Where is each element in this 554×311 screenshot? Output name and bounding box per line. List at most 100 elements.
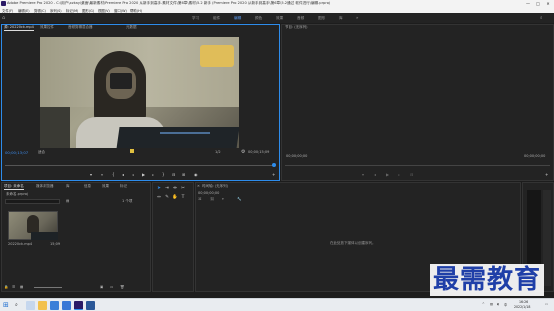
step-forward-button[interactable]: ▹ bbox=[152, 172, 154, 177]
program-scrub-bar[interactable] bbox=[285, 165, 550, 166]
network-icon[interactable]: ▥ bbox=[490, 302, 493, 306]
type-tool-icon[interactable]: T bbox=[180, 195, 186, 201]
program-step-forward-button[interactable]: ▹ bbox=[398, 172, 400, 177]
program-timecode-current[interactable]: 00;00;00;00 bbox=[286, 154, 307, 159]
pen-tool-icon[interactable]: ✎ bbox=[164, 195, 170, 201]
edge-browser-icon[interactable] bbox=[50, 301, 59, 310]
menu-view[interactable]: 视图(V) bbox=[98, 8, 110, 13]
thumbnail-zoom-slider[interactable] bbox=[34, 287, 62, 288]
tab-markers[interactable]: 标记 bbox=[120, 184, 127, 189]
overwrite-button[interactable]: ⊞ bbox=[182, 172, 185, 177]
play-button[interactable]: ▶ bbox=[142, 172, 145, 177]
program-mark-in-button[interactable]: ▾ bbox=[362, 172, 364, 177]
tab-media-browser[interactable]: 媒体浏览器 bbox=[36, 184, 54, 189]
menu-marker[interactable]: 标记(M) bbox=[66, 8, 78, 13]
hand-tool-icon[interactable]: ✋ bbox=[172, 195, 178, 201]
menu-edit[interactable]: 编辑(E) bbox=[18, 8, 30, 13]
minimize-button[interactable]: — bbox=[523, 0, 533, 7]
volume-icon[interactable]: ◖ bbox=[497, 302, 499, 306]
tab-effect-controls[interactable]: 效果控件 bbox=[40, 25, 54, 30]
source-fit-dropdown[interactable]: 适合 bbox=[38, 150, 45, 155]
clip-thumbnail[interactable] bbox=[8, 211, 58, 240]
workspace-audio[interactable]: 音频 bbox=[297, 16, 304, 21]
step-back-frame-button[interactable]: ◃ bbox=[132, 172, 134, 177]
premiere-taskbar-icon[interactable] bbox=[74, 301, 83, 310]
task-view-icon[interactable] bbox=[26, 301, 35, 310]
source-quality-dropdown[interactable]: 1/2 bbox=[215, 150, 221, 155]
source-video-frame[interactable] bbox=[40, 37, 239, 148]
menu-help[interactable]: 帮助(H) bbox=[130, 8, 142, 13]
tab-source[interactable]: 源: 20220ck.mp4 bbox=[4, 25, 34, 31]
menu-window[interactable]: 窗口(W) bbox=[114, 8, 127, 13]
go-to-in-button[interactable]: { bbox=[112, 172, 115, 177]
timeline-linked-icon[interactable]: ⛓ bbox=[210, 197, 214, 202]
add-button-icon[interactable]: + bbox=[272, 172, 275, 177]
folder-icon[interactable]: ▭ bbox=[110, 285, 113, 290]
close-button[interactable]: ✕ bbox=[543, 0, 553, 7]
menu-clip[interactable]: 剪辑(C) bbox=[34, 8, 46, 13]
timeline-snap-icon[interactable]: ⌘ bbox=[198, 197, 202, 202]
menu-graphics[interactable]: 图形(G) bbox=[82, 8, 94, 13]
workspace-assembly[interactable]: 组件 bbox=[213, 16, 220, 21]
lock-icon[interactable]: 🔒 bbox=[4, 285, 8, 290]
maximize-button[interactable]: □ bbox=[533, 0, 543, 7]
new-item-icon[interactable]: ▣ bbox=[100, 285, 103, 290]
export-frame-icon[interactable]: ◉ bbox=[194, 172, 198, 177]
home-icon[interactable]: ⌂ bbox=[2, 15, 8, 21]
timeline-timecode[interactable]: 00;00;00;00 bbox=[198, 191, 219, 196]
razor-tool-icon[interactable]: ✂ bbox=[180, 186, 186, 192]
trash-icon[interactable]: 🗑 bbox=[120, 285, 124, 290]
list-view-icon[interactable]: ☰ bbox=[12, 285, 15, 290]
file-explorer-icon[interactable] bbox=[38, 301, 47, 310]
notification-icon[interactable]: ▭ bbox=[545, 302, 548, 306]
mark-out-button[interactable]: ▿ bbox=[101, 172, 103, 177]
workspace-learning[interactable]: 学习 bbox=[192, 16, 199, 21]
source-timecode-current[interactable]: 00;00;13;07 bbox=[5, 150, 28, 155]
wrench-icon[interactable]: ⚙ bbox=[241, 149, 245, 155]
tab-audio-clip-mixer[interactable]: 音频剪辑混合器 bbox=[68, 25, 93, 30]
store-icon[interactable] bbox=[62, 301, 71, 310]
more-workspaces-icon[interactable]: » bbox=[356, 15, 358, 20]
workspace-graphics[interactable]: 图形 bbox=[318, 16, 325, 21]
workspace-libraries[interactable]: 库 bbox=[339, 16, 343, 21]
slip-tool-icon[interactable]: ↔ bbox=[156, 195, 162, 201]
workspace-effects[interactable]: 效果 bbox=[276, 16, 283, 21]
insert-button[interactable]: ⊟ bbox=[172, 172, 175, 177]
input-language[interactable]: 中 bbox=[504, 302, 507, 307]
icon-view-icon[interactable]: ▦ bbox=[20, 285, 23, 290]
tab-project[interactable]: 项目: 未命名 bbox=[4, 184, 24, 190]
taskbar-search-icon[interactable]: ⌕ bbox=[15, 302, 18, 308]
tab-program[interactable]: 节目: (无序列) bbox=[285, 25, 308, 30]
go-to-out-button[interactable]: } bbox=[162, 172, 165, 177]
word-taskbar-icon[interactable] bbox=[86, 301, 95, 310]
workspace-color[interactable]: 颜色 bbox=[255, 16, 262, 21]
timeline-settings-icon[interactable]: 🔧 bbox=[237, 197, 241, 202]
tab-timeline-close-icon[interactable]: ✕ bbox=[197, 184, 200, 188]
step-back-button[interactable]: ◂ bbox=[122, 172, 124, 177]
program-add-button-icon[interactable]: + bbox=[545, 172, 548, 177]
tab-effects[interactable]: 效果 bbox=[102, 184, 109, 189]
track-select-tool-icon[interactable]: ⇥ bbox=[164, 186, 170, 192]
program-play-button[interactable]: ▶ bbox=[386, 172, 389, 177]
menu-sequence[interactable]: 序列(S) bbox=[50, 8, 62, 13]
ripple-edit-tool-icon[interactable]: ⇹ bbox=[172, 186, 178, 192]
tab-metadata[interactable]: 元数据 bbox=[126, 25, 137, 30]
project-search-input[interactable] bbox=[5, 199, 60, 204]
menu-file[interactable]: 文件(F) bbox=[2, 8, 13, 13]
tab-timeline[interactable]: 时间轴: (无序列) bbox=[202, 184, 228, 189]
start-button-icon[interactable]: ⊞ bbox=[3, 301, 11, 309]
program-step-back-button[interactable]: ◂ bbox=[374, 172, 376, 177]
clock-date[interactable]: 2022/1/18 bbox=[514, 305, 530, 309]
timeline-empty-message[interactable]: 在此处放下媒体以创建序列。 bbox=[330, 241, 376, 246]
workspace-editing[interactable]: 编辑 bbox=[234, 16, 241, 21]
project-new-bin-icon[interactable]: ▤ bbox=[66, 199, 69, 204]
search-icon[interactable]: ⌕ bbox=[540, 15, 543, 21]
program-lift-button[interactable]: ⊟ bbox=[410, 172, 413, 177]
selection-tool-icon[interactable]: ➤ bbox=[156, 186, 162, 192]
mark-in-button[interactable]: ▾ bbox=[90, 172, 92, 177]
clock-time[interactable]: 16:26 bbox=[519, 300, 528, 304]
timeline-marker-icon[interactable]: ▾ bbox=[222, 197, 224, 202]
source-playhead[interactable] bbox=[272, 163, 276, 167]
tab-libraries[interactable]: 库 bbox=[66, 184, 70, 189]
tray-chevron-icon[interactable]: ^ bbox=[482, 302, 485, 306]
